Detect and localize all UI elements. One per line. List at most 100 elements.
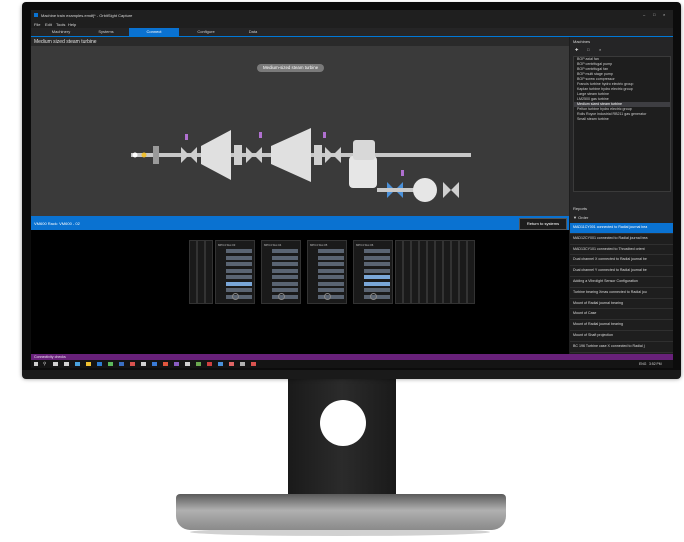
machine-diagram[interactable]: Medium-sized steam turbine bbox=[31, 46, 569, 216]
machine-list-item[interactable]: Small steam turbine bbox=[574, 117, 670, 122]
taskbar-app-icon[interactable] bbox=[174, 362, 179, 366]
card-channel[interactable] bbox=[364, 255, 390, 260]
reports-filter[interactable]: ▼ Order bbox=[573, 215, 588, 220]
empty-rack-slot[interactable] bbox=[403, 240, 411, 304]
report-list-item[interactable]: Mount of Radial journal bearing bbox=[570, 299, 673, 310]
card-channel[interactable] bbox=[318, 255, 344, 260]
card-channel[interactable] bbox=[272, 288, 298, 292]
report-list-item[interactable]: Dual channel X connected to Radial journ… bbox=[570, 255, 673, 267]
empty-rack-slot[interactable] bbox=[427, 240, 435, 304]
taskbar-app-icon[interactable] bbox=[251, 362, 256, 366]
card-channel[interactable] bbox=[272, 281, 298, 286]
card-channel[interactable] bbox=[318, 249, 344, 253]
card-channel[interactable] bbox=[364, 262, 390, 266]
card-channel[interactable] bbox=[318, 288, 344, 292]
search-icon[interactable]: ⚲ bbox=[43, 361, 46, 367]
taskbar-app-icon[interactable] bbox=[207, 362, 212, 366]
empty-rack-slot[interactable] bbox=[451, 240, 459, 304]
taskbar-app-icon[interactable] bbox=[185, 362, 190, 366]
report-list-item[interactable]: MAD13CY101 connected to Thrustbed orient bbox=[570, 245, 673, 256]
card-channel[interactable] bbox=[226, 294, 252, 299]
taskbar-app-icon[interactable] bbox=[141, 362, 146, 366]
empty-rack-slot[interactable] bbox=[419, 240, 427, 304]
empty-rack-slot[interactable] bbox=[459, 240, 467, 304]
tab-connect[interactable]: Connect bbox=[129, 28, 179, 36]
empty-rack-slot[interactable] bbox=[205, 240, 213, 304]
card-channel[interactable] bbox=[226, 268, 252, 273]
card-channel[interactable] bbox=[226, 262, 252, 266]
report-list-item[interactable]: Mount of Case bbox=[570, 309, 673, 321]
taskbar-app-icon[interactable] bbox=[218, 362, 223, 366]
rack-view[interactable]: MPC4 Slot 03 MPC4 Slot 04 MPC4 Slot 05 MPC4… bbox=[31, 230, 569, 354]
menu-file[interactable]: File bbox=[34, 22, 40, 27]
card-channel[interactable] bbox=[272, 249, 298, 253]
taskbar-app-icon[interactable] bbox=[152, 362, 157, 366]
close-icon[interactable]: × bbox=[663, 12, 665, 17]
report-list-item[interactable]: Dual channel Y connected to Radial journ… bbox=[570, 266, 673, 277]
taskbar-app-icon[interactable] bbox=[119, 362, 124, 366]
menu-help[interactable]: Help bbox=[68, 22, 76, 27]
rack-card[interactable]: MPC4 Slot 06 bbox=[353, 240, 393, 304]
menu-tools[interactable]: Tools bbox=[56, 22, 65, 27]
card-channel[interactable] bbox=[272, 268, 298, 273]
copy-machine-icon[interactable]: □ bbox=[587, 47, 589, 52]
card-channel[interactable] bbox=[318, 275, 344, 279]
empty-rack-slot[interactable] bbox=[443, 240, 451, 304]
report-list-item[interactable]: Turbine bearing Xmas connected to Radial… bbox=[570, 288, 673, 299]
minimize-icon[interactable]: – bbox=[643, 12, 645, 17]
rack-card[interactable]: MPC4 Slot 04 bbox=[261, 240, 301, 304]
taskbar-app-icon[interactable] bbox=[53, 362, 58, 366]
card-channel[interactable] bbox=[272, 262, 298, 266]
card-channel[interactable] bbox=[364, 288, 390, 292]
taskbar-app-icon[interactable] bbox=[97, 362, 102, 366]
empty-rack-slot[interactable] bbox=[411, 240, 419, 304]
card-channel[interactable] bbox=[364, 275, 390, 279]
report-list-item[interactable]: BC 196 Turbine case X connected to Radia… bbox=[570, 342, 673, 353]
card-channel[interactable] bbox=[364, 249, 390, 253]
card-channel[interactable] bbox=[364, 268, 390, 273]
card-channel[interactable] bbox=[226, 249, 252, 253]
taskbar-app-icon[interactable] bbox=[75, 362, 80, 366]
card-channel[interactable] bbox=[318, 294, 344, 299]
taskbar-app-icon[interactable] bbox=[86, 362, 91, 366]
taskbar-app-icon[interactable] bbox=[108, 362, 113, 366]
card-channel[interactable] bbox=[226, 255, 252, 260]
card-channel[interactable] bbox=[318, 281, 344, 286]
report-list-item[interactable]: Mount of Radial journal bearing bbox=[570, 320, 673, 331]
taskbar-app-icon[interactable] bbox=[64, 362, 69, 366]
rack-card[interactable]: MPC4 Slot 05 bbox=[307, 240, 347, 304]
maximize-icon[interactable]: □ bbox=[653, 12, 655, 17]
card-channel[interactable] bbox=[318, 262, 344, 266]
card-channel[interactable] bbox=[364, 294, 390, 299]
empty-rack-slot[interactable] bbox=[467, 240, 475, 304]
start-icon[interactable] bbox=[34, 362, 38, 366]
empty-rack-slot[interactable] bbox=[189, 240, 197, 304]
empty-rack-slot[interactable] bbox=[395, 240, 403, 304]
report-list-item[interactable]: MAD11CY001 connected to Radial journal b… bbox=[570, 223, 673, 234]
taskbar-clock[interactable]: 3:52 PM bbox=[649, 362, 662, 366]
report-list-item[interactable]: MAD12CY001 connected to Radial journal b… bbox=[570, 234, 673, 245]
card-channel[interactable] bbox=[318, 268, 344, 273]
card-channel[interactable] bbox=[364, 281, 390, 286]
card-channel[interactable] bbox=[272, 294, 298, 299]
taskbar-app-icon[interactable] bbox=[130, 362, 135, 366]
tab-machinery[interactable]: Machinery bbox=[41, 28, 81, 36]
card-channel[interactable] bbox=[272, 275, 298, 279]
empty-rack-slot[interactable] bbox=[197, 240, 205, 304]
delete-machine-icon[interactable]: × bbox=[599, 47, 601, 52]
add-machine-icon[interactable]: ✚ bbox=[575, 47, 578, 52]
report-list-item[interactable]: Adding a Vibrolight Sensor Configuration bbox=[570, 277, 673, 288]
report-list-item[interactable]: Mount of Shaft projection bbox=[570, 331, 673, 342]
card-channel[interactable] bbox=[272, 255, 298, 260]
return-to-systems-button[interactable]: Return to systems bbox=[519, 218, 567, 230]
menu-edit[interactable]: Edit bbox=[45, 22, 52, 27]
tab-configure[interactable]: Configure bbox=[186, 28, 226, 36]
rack-card[interactable]: MPC4 Slot 03 bbox=[215, 240, 255, 304]
card-channel[interactable] bbox=[226, 281, 252, 286]
taskbar-app-icon[interactable] bbox=[229, 362, 234, 366]
taskbar-language[interactable]: ENG bbox=[639, 362, 646, 366]
taskbar-app-icon[interactable] bbox=[240, 362, 245, 366]
taskbar-app-icon[interactable] bbox=[163, 362, 168, 366]
tab-data[interactable]: Data bbox=[233, 28, 273, 36]
taskbar-app-icon[interactable] bbox=[196, 362, 201, 366]
